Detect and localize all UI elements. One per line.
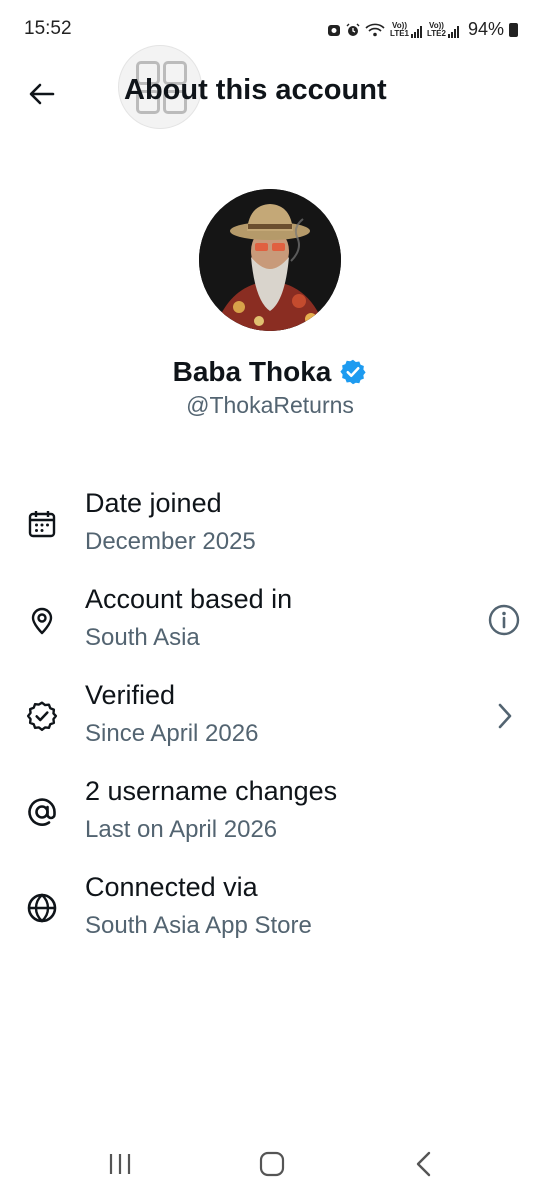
- info-subtitle: Last on April 2026: [85, 816, 278, 843]
- nav-back-button[interactable]: [394, 1142, 454, 1186]
- info-item-verified[interactable]: Verified Since April 2026: [0, 680, 540, 760]
- info-title: Connected via: [85, 872, 258, 902]
- notification-icon: [328, 24, 341, 36]
- info-item-account-based-in: Account based in South Asia: [0, 584, 540, 664]
- sim1-label: LTE1: [390, 28, 409, 38]
- info-title: Account based in: [85, 584, 293, 614]
- back-button[interactable]: [22, 74, 62, 114]
- signal-icon-2: [447, 25, 459, 38]
- info-button[interactable]: [486, 602, 522, 638]
- battery-icon: [509, 22, 518, 37]
- arrow-left-icon: [29, 83, 55, 105]
- info-subtitle: Since April 2026: [85, 720, 259, 747]
- sim2-signal: Vo)) LTE2: [427, 21, 459, 38]
- profile-name-row: Baba Thoka: [0, 356, 540, 388]
- home-button[interactable]: [242, 1142, 302, 1186]
- status-bar: 15:52 Vo)) LTE1 Vo)) LTE2 94%: [0, 0, 540, 60]
- info-title: 2 username changes: [85, 776, 338, 806]
- app-header: About this account: [0, 45, 540, 129]
- back-icon: [416, 1151, 431, 1177]
- info-subtitle: South Asia App Store: [85, 912, 312, 939]
- handle: @ThokaReturns: [186, 392, 354, 418]
- info-subtitle: South Asia: [85, 624, 200, 651]
- sim2-label: LTE2: [427, 28, 446, 38]
- info-item-connected-via: Connected via South Asia App Store: [0, 872, 540, 952]
- avatar[interactable]: [199, 189, 341, 331]
- info-subtitle: December 2025: [85, 528, 256, 555]
- status-time: 15:52: [24, 18, 72, 39]
- battery-percent: 94%: [467, 19, 504, 39]
- status-icons: Vo)) LTE1 Vo)) LTE2 94%: [327, 19, 518, 40]
- location-pin-icon: [24, 602, 60, 638]
- info-item-username-changes: 2 username changes Last on April 2026: [0, 776, 540, 856]
- info-icon: [488, 604, 520, 636]
- display-name: Baba Thoka: [172, 356, 332, 387]
- verified-badge-icon: [24, 698, 60, 734]
- signal-icon: [411, 25, 422, 38]
- system-nav-bar: [0, 1130, 540, 1200]
- sim1-signal: Vo)) LTE1: [390, 21, 422, 38]
- calendar-icon: [24, 506, 60, 542]
- alarm-icon: [346, 23, 360, 36]
- chevron-right-icon[interactable]: [486, 698, 522, 734]
- globe-icon: [24, 890, 60, 926]
- avatar-image: [199, 189, 341, 331]
- wifi-icon: [365, 23, 385, 36]
- verified-badge-icon: [340, 359, 366, 385]
- info-title: Verified: [85, 680, 176, 710]
- info-title: Date joined: [85, 488, 222, 518]
- recent-apps-icon: [109, 1154, 131, 1174]
- recent-apps-button[interactable]: [90, 1142, 150, 1186]
- page-title: About this account: [124, 74, 387, 106]
- info-item-date-joined: Date joined December 2025: [0, 488, 540, 568]
- home-icon: [259, 1151, 285, 1177]
- at-sign-icon: [24, 794, 60, 830]
